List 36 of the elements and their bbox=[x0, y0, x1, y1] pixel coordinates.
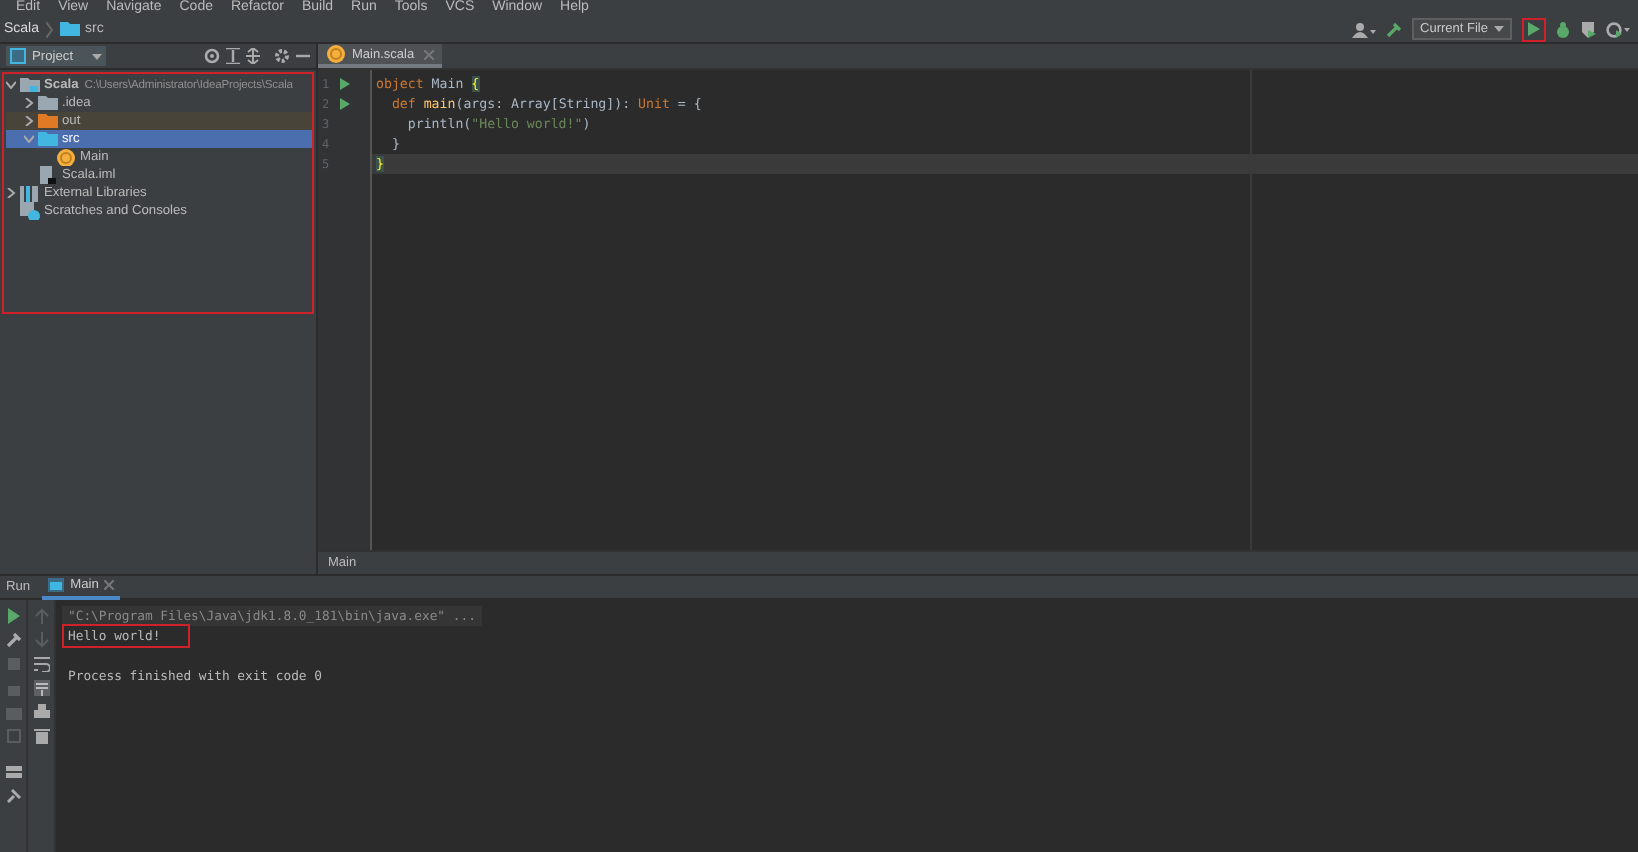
run-gutter-icon[interactable] bbox=[340, 78, 350, 90]
run-gutter-icon[interactable] bbox=[340, 98, 350, 110]
close-icon[interactable] bbox=[104, 580, 115, 590]
wrench-icon[interactable] bbox=[5, 632, 21, 648]
rerun-icon[interactable] bbox=[5, 608, 21, 624]
folder-icon bbox=[59, 20, 80, 38]
layout-icon[interactable] bbox=[5, 764, 21, 780]
play-icon bbox=[1528, 22, 1540, 36]
chevron-right-icon[interactable] bbox=[6, 188, 16, 198]
run-button[interactable] bbox=[1522, 17, 1546, 41]
user-icon[interactable] bbox=[1352, 21, 1377, 37]
chevron-down-icon[interactable] bbox=[6, 80, 16, 90]
wrap-icon[interactable] bbox=[33, 656, 49, 672]
library-icon bbox=[20, 184, 40, 202]
scratches-icon bbox=[20, 202, 40, 220]
console-icon bbox=[48, 578, 65, 592]
locate-icon[interactable] bbox=[204, 48, 220, 64]
pin-icon[interactable] bbox=[5, 788, 21, 804]
hammer-icon[interactable] bbox=[1386, 21, 1403, 37]
bug-icon[interactable] bbox=[1556, 21, 1570, 37]
module-folder-icon bbox=[20, 76, 40, 94]
scroll-end-icon[interactable] bbox=[33, 680, 49, 696]
scala-object-icon bbox=[326, 44, 346, 64]
panel-icon bbox=[10, 48, 26, 64]
caret-icon bbox=[1494, 26, 1504, 32]
shield-icon[interactable] bbox=[1580, 21, 1596, 37]
expand-icon[interactable] bbox=[246, 48, 260, 64]
settings-icon[interactable] bbox=[274, 48, 290, 64]
caret-icon bbox=[91, 53, 102, 59]
print-icon[interactable] bbox=[33, 704, 49, 720]
chevron-icon bbox=[45, 21, 54, 37]
trash-icon[interactable] bbox=[33, 728, 49, 744]
clock-icon[interactable] bbox=[1606, 21, 1630, 37]
scala-object-icon bbox=[56, 148, 76, 166]
collapse-icon[interactable] bbox=[226, 48, 240, 64]
file-icon bbox=[38, 166, 58, 184]
